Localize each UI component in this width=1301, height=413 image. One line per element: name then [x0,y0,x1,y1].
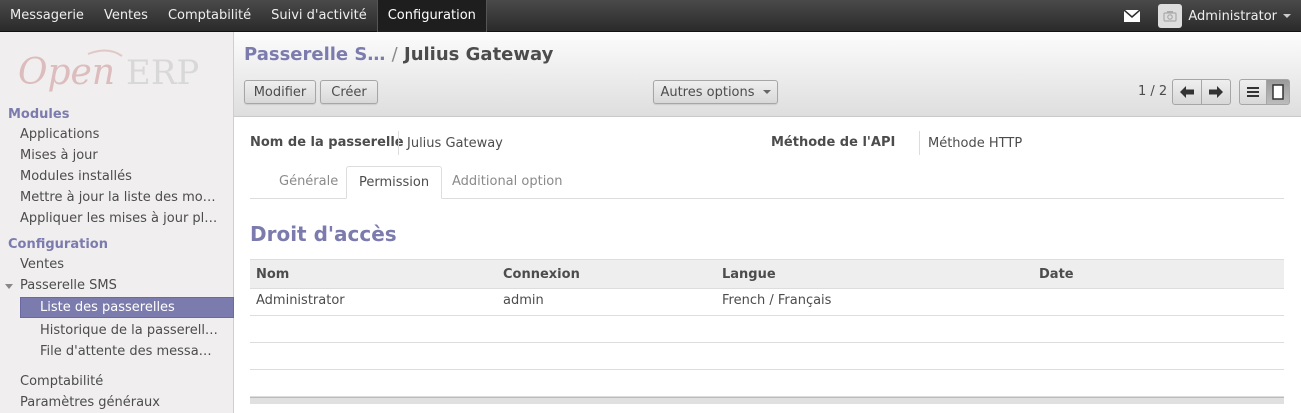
column-header-connexion[interactable]: Connexion [503,267,580,282]
edit-button[interactable]: Modifier [244,80,316,104]
user-area: Administrator [1124,0,1291,32]
sidebar-item-applications[interactable]: Applications [20,127,99,142]
arrow-right-icon [1209,86,1223,98]
arrow-left-icon [1180,86,1194,98]
svg-text:Open: Open [18,52,115,93]
section-modules-title: Modules [8,107,70,122]
sidebar-item-historique[interactable]: Historique de la passerell… [40,323,218,338]
api-method-label: Méthode de l'API [771,135,896,150]
table-footer [250,397,1284,404]
api-method-value: Méthode HTTP [928,136,1023,151]
sidebar-item-ventes[interactable]: Ventes [20,257,64,272]
openerp-logo[interactable]: Open ERP [18,42,208,97]
menu-comptabilite[interactable]: Comptabilité [158,0,261,32]
table-header: Nom Connexion Langue Date [250,259,1284,289]
field-divider [919,131,920,155]
create-button[interactable]: Créer [320,80,378,104]
sidebar-item-comptabilite[interactable]: Comptabilité [20,374,103,389]
expand-triangle-icon[interactable] [5,284,13,289]
breadcrumb-parent-link[interactable]: Passerelle S… [244,44,385,65]
access-table: Nom Connexion Langue Date Administrator … [250,259,1284,404]
sidebar-item-update-list[interactable]: Mettre à jour la liste des mo… [20,190,216,205]
cell-langue: French / Français [722,293,832,308]
form-icon [1272,84,1284,100]
sidebar-item-modules-installes[interactable]: Modules installés [20,169,132,184]
cell-connexion: admin [503,293,544,308]
breadcrumb: Passerelle S… / Julius Gateway [244,44,553,65]
chevron-down-icon [762,90,771,94]
main-menu: Messagerie Ventes Comptabilité Suivi d'a… [0,0,1301,32]
breadcrumb-separator: / [391,44,398,65]
cell-nom: Administrator [256,293,345,308]
sidebar: Open ERP Modules Applications Mises à jo… [0,32,234,413]
menu-configuration[interactable]: Configuration [376,0,487,32]
column-header-date[interactable]: Date [1039,267,1074,282]
prev-record-button[interactable] [1172,79,1202,105]
sidebar-item-file-attente[interactable]: File d'attente des messa… [40,344,212,359]
user-name[interactable]: Administrator [1188,9,1277,24]
menu-suivi-activite[interactable]: Suivi d'activité [261,0,377,32]
form-body: Nom de la passerelle Julius Gateway Méth… [234,118,1301,413]
table-row-empty [250,370,1284,397]
sidebar-item-passerelle-sms[interactable]: Passerelle SMS [20,278,117,293]
section-configuration-title: Configuration [8,237,108,252]
notebook-tabs: Générale Permission Additional option [250,166,1284,199]
mail-icon[interactable] [1124,10,1141,22]
more-options-label: Autres options [660,84,755,100]
avatar[interactable] [1158,4,1183,28]
page-title: Julius Gateway [404,44,554,65]
sidebar-item-label: Liste des passerelles [40,300,175,315]
form-header: Passerelle S… / Julius Gateway Modifier … [234,32,1301,117]
menu-messagerie[interactable]: Messagerie [0,0,94,32]
menu-ventes[interactable]: Ventes [94,0,158,32]
table-row-empty [250,343,1284,370]
tab-generale[interactable]: Générale [267,166,350,199]
field-divider [398,131,399,155]
list-icon [1247,87,1259,97]
next-record-button[interactable] [1201,79,1231,105]
pager-value: 1 / 2 [1138,84,1168,99]
top-navbar: Messagerie Ventes Comptabilité Suivi d'a… [0,0,1301,32]
sidebar-item-apply-updates[interactable]: Appliquer les mises à jour pl… [20,211,217,226]
column-header-langue[interactable]: Langue [722,267,776,282]
list-view-button[interactable] [1239,79,1267,105]
table-row[interactable]: Administrator admin French / Français [250,289,1284,316]
tab-additional-option[interactable]: Additional option [440,166,575,199]
sidebar-item-liste-passerelles[interactable]: Liste des passerelles [20,297,234,318]
form-view-button[interactable] [1266,79,1290,105]
gateway-name-label: Nom de la passerelle [250,135,404,150]
sidebar-item-parametres[interactable]: Paramètres généraux [20,395,160,410]
tab-permission[interactable]: Permission [346,166,443,199]
table-row-empty [250,316,1284,343]
section-title: Droit d'accès [250,222,397,246]
more-options-dropdown[interactable]: Autres options [653,80,778,104]
svg-text:ERP: ERP [126,53,199,93]
column-header-nom[interactable]: Nom [256,267,289,282]
gateway-name-value: Julius Gateway [407,136,503,151]
chevron-down-icon[interactable] [1283,14,1291,18]
sidebar-item-mises-a-jour[interactable]: Mises à jour [20,148,98,163]
